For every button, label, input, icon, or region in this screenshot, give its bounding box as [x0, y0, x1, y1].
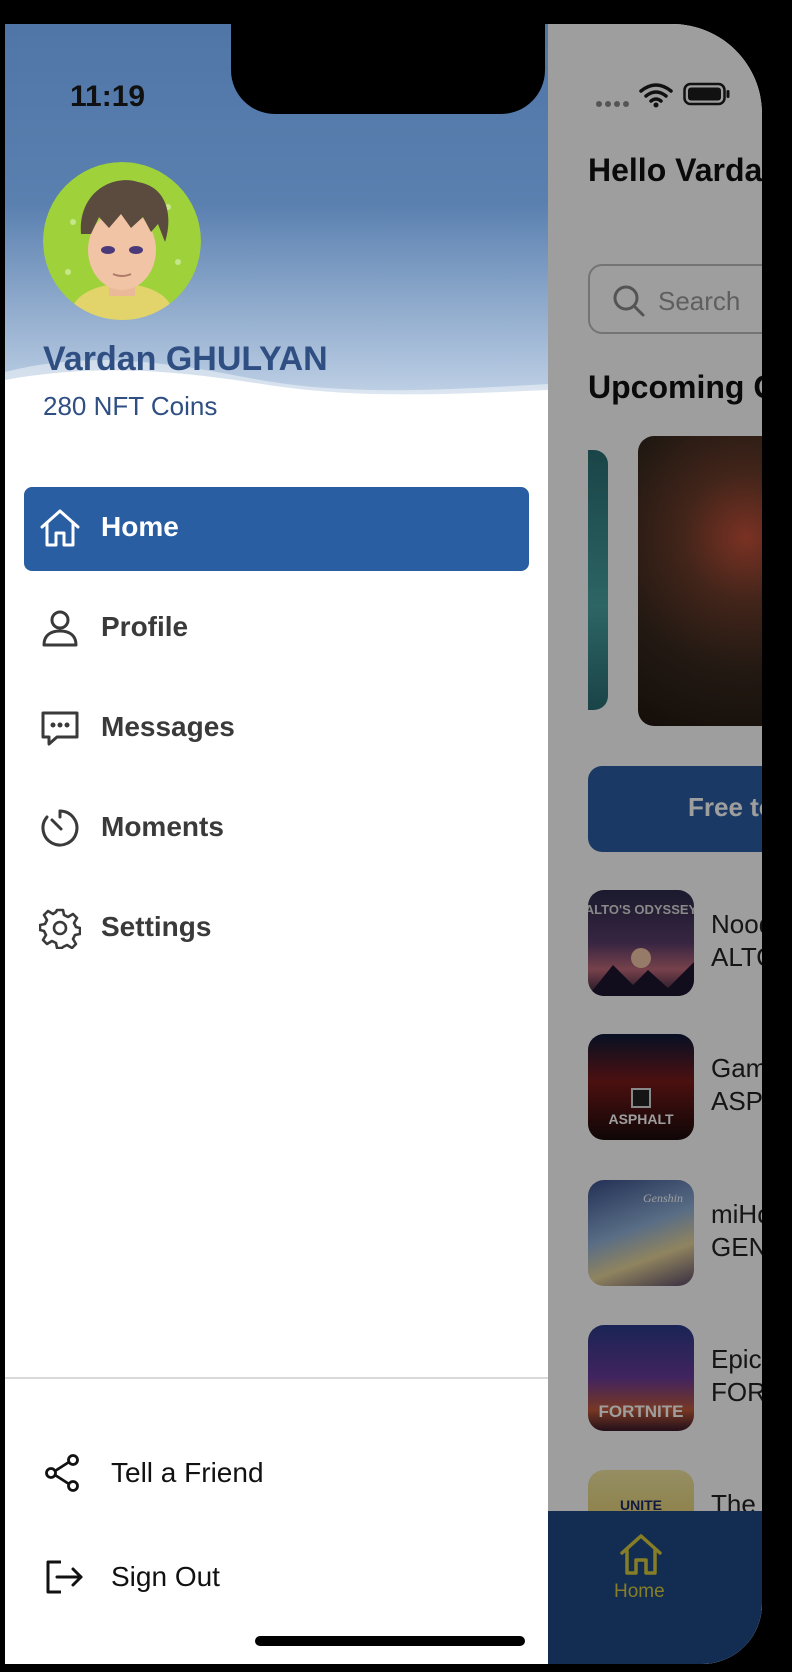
menu-item-profile[interactable]: Profile [24, 587, 529, 671]
menu-label-profile: Profile [101, 611, 189, 642]
battery-icon [683, 82, 730, 106]
tell-a-friend-button[interactable]: Tell a Friend [43, 1443, 523, 1503]
side-drawer: Vardan GHULYAN 280 NFT Coins Home Profil… [5, 24, 548, 1664]
sign-out-icon [46, 1560, 83, 1594]
signal-icon [596, 101, 629, 107]
user-name: Vardan GHULYAN [43, 340, 328, 378]
drawer-scrim[interactable] [548, 24, 762, 1664]
menu-label-moments: Moments [101, 811, 224, 842]
sign-out-label: Sign Out [111, 1561, 220, 1592]
chat-bubble-icon [41, 711, 79, 746]
wifi-icon [639, 83, 673, 108]
menu-label-home: Home [101, 511, 179, 542]
menu-item-home[interactable]: Home [24, 487, 529, 571]
phone-frame: Hello Varda Search Upcoming G Free to AL… [0, 0, 792, 1672]
gear-icon [39, 908, 81, 949]
status-time: 11:19 [70, 80, 146, 113]
drawer-divider [5, 1377, 548, 1379]
notch [231, 24, 545, 114]
home-icon [40, 509, 80, 547]
menu-item-moments[interactable]: Moments [24, 787, 529, 871]
menu-label-messages: Messages [101, 711, 235, 742]
user-coins: 280 NFT Coins [43, 391, 218, 421]
timer-icon [41, 809, 79, 847]
menu-item-settings[interactable]: Settings [24, 887, 529, 971]
home-indicator [255, 1636, 525, 1646]
share-icon [45, 1454, 79, 1492]
tell-a-friend-label: Tell a Friend [111, 1457, 264, 1488]
person-icon [42, 610, 78, 647]
screen: Hello Varda Search Upcoming G Free to AL… [5, 24, 762, 1664]
avatar[interactable] [43, 162, 201, 320]
menu-item-messages[interactable]: Messages [24, 687, 529, 771]
menu-label-settings: Settings [101, 911, 212, 942]
sign-out-button[interactable]: Sign Out [43, 1547, 523, 1607]
